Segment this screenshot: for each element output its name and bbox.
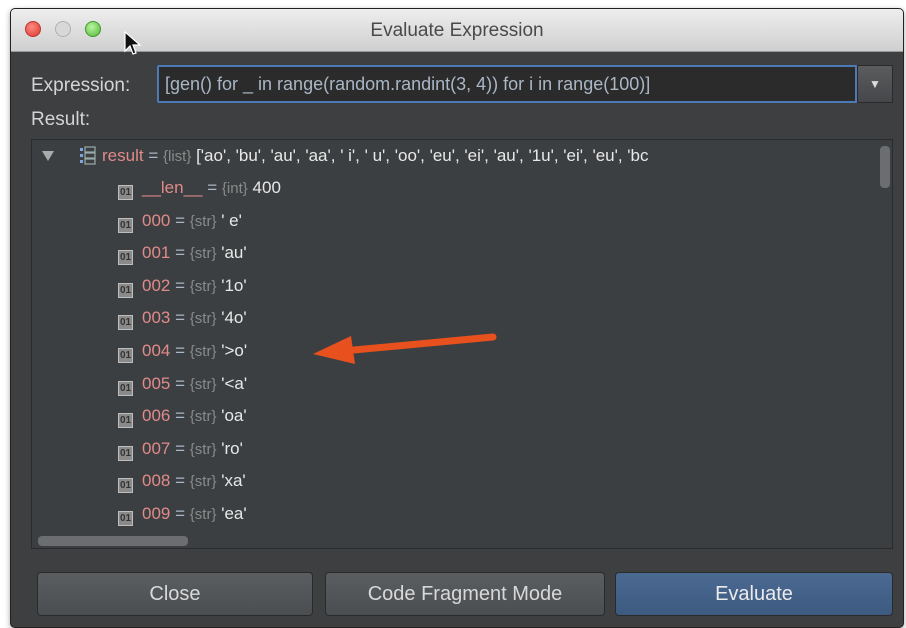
result-value: ['ao', 'bu', 'au', 'aa', ' i', ' u', 'oo…: [196, 146, 649, 165]
item-name: 006: [142, 406, 171, 426]
tree-row[interactable]: 01 002 = {str} '1o': [118, 272, 247, 300]
result-name: result: [102, 146, 144, 165]
field-icon: 01: [118, 348, 133, 363]
item-name: 001: [142, 243, 171, 263]
tree-row[interactable]: 01 008 = {str} 'xa': [118, 467, 246, 495]
expression-label: Expression:: [31, 75, 131, 96]
item-type: {str}: [189, 375, 217, 393]
item-value: 'ro': [221, 438, 243, 458]
chevron-down-icon: ▼: [869, 77, 881, 91]
item-type: {str}: [189, 310, 217, 328]
tree-row[interactable]: 01 009 = {str} 'ea': [118, 500, 247, 528]
tree-row[interactable]: 01 003 = {str} '4o': [118, 304, 247, 332]
vertical-scrollbar[interactable]: [880, 146, 890, 188]
tree-row[interactable]: 01 000 = {str} ' e': [118, 207, 242, 235]
code-fragment-mode-label: Code Fragment Mode: [367, 583, 563, 605]
horizontal-scrollbar[interactable]: [38, 536, 188, 546]
item-type: {str}: [189, 245, 217, 263]
item-value: 'ea': [221, 504, 247, 523]
item-value: ' e': [221, 210, 242, 230]
equals-sign: =: [175, 210, 186, 230]
equals-sign: =: [175, 373, 186, 393]
item-name: 005: [142, 373, 171, 393]
field-icon: 01: [118, 217, 133, 233]
history-dropdown-button[interactable]: ▼: [857, 65, 893, 103]
mouse-cursor-icon: [124, 31, 142, 55]
equals-sign: =: [175, 275, 186, 295]
equals-sign: =: [175, 341, 186, 360]
item-value: 400: [252, 178, 281, 197]
close-button[interactable]: Close: [37, 572, 313, 616]
expression-input[interactable]: [gen() for _ in range(random.randint(3, …: [157, 65, 857, 103]
item-type: {int}: [221, 180, 248, 197]
expand-collapse-icon[interactable]: [42, 151, 54, 161]
annotation-arrow-icon: [313, 333, 497, 364]
tree-row-root[interactable]: result = {list} ['ao', 'bu', 'au', 'aa',…: [32, 142, 882, 170]
item-name: 009: [142, 504, 171, 523]
field-icon: 01: [118, 511, 133, 526]
item-name: 007: [142, 438, 171, 458]
title-bar: Evaluate Expression: [11, 9, 903, 55]
item-type: {str}: [189, 506, 217, 523]
item-name: 008: [142, 471, 171, 491]
equals-sign: =: [175, 504, 186, 523]
equals-sign: =: [175, 243, 186, 263]
item-name: 000: [142, 210, 171, 230]
item-value: '>o': [221, 341, 248, 360]
code-fragment-mode-button[interactable]: Code Fragment Mode: [325, 572, 605, 616]
evaluate-expression-dialog: Evaluate Expression Expression: [gen() f…: [10, 8, 904, 628]
field-icon: 01: [118, 478, 133, 494]
field-icon: 01: [118, 315, 133, 331]
item-type: {str}: [189, 408, 217, 426]
item-type: {str}: [189, 212, 217, 230]
tree-row[interactable]: 01 004 = {str} '>o': [118, 337, 247, 365]
tree-row[interactable]: 01 006 = {str} 'oa': [118, 402, 247, 430]
field-icon: 01: [118, 282, 133, 298]
item-type: {str}: [189, 277, 217, 295]
field-icon: 01: [118, 380, 133, 396]
item-value: 'oa': [221, 406, 247, 426]
evaluate-button[interactable]: Evaluate: [615, 572, 893, 616]
result-label: Result:: [31, 109, 91, 130]
field-icon: 01: [118, 413, 133, 429]
result-type: {list}: [162, 148, 192, 165]
window-title: Evaluate Expression: [370, 20, 544, 41]
tree-row[interactable]: 01 007 = {str} 'ro': [118, 435, 243, 463]
item-name: 004: [142, 341, 171, 360]
tree-row[interactable]: 01 __len__ = {int} 400: [118, 174, 281, 202]
equals-sign: =: [175, 308, 186, 328]
item-name: 003: [142, 308, 171, 328]
item-value: 'xa': [221, 471, 246, 491]
item-value: '1o': [221, 275, 247, 295]
field-icon: 01: [118, 445, 133, 461]
equals-sign: =: [175, 438, 186, 458]
item-value: '<a': [221, 373, 248, 393]
expression-value: [gen() for _ in range(random.randint(3, …: [165, 74, 651, 94]
tree-row[interactable]: 01 001 = {str} 'au': [118, 239, 247, 267]
tree-row[interactable]: 01 005 = {str} '<a': [118, 370, 247, 398]
item-value: '4o': [221, 308, 247, 328]
item-name: 002: [142, 275, 171, 295]
equals-sign: =: [148, 146, 159, 165]
item-type: {str}: [189, 440, 217, 458]
item-type: {str}: [189, 473, 217, 491]
item-value: 'au': [221, 243, 247, 263]
field-icon: 01: [118, 250, 133, 266]
item-type: {str}: [189, 343, 217, 360]
item-name: __len__: [142, 178, 203, 197]
list-icon: [80, 146, 96, 165]
field-icon: 01: [118, 185, 133, 200]
equals-sign: =: [175, 406, 186, 426]
equals-sign: =: [207, 178, 218, 197]
equals-sign: =: [175, 471, 186, 491]
